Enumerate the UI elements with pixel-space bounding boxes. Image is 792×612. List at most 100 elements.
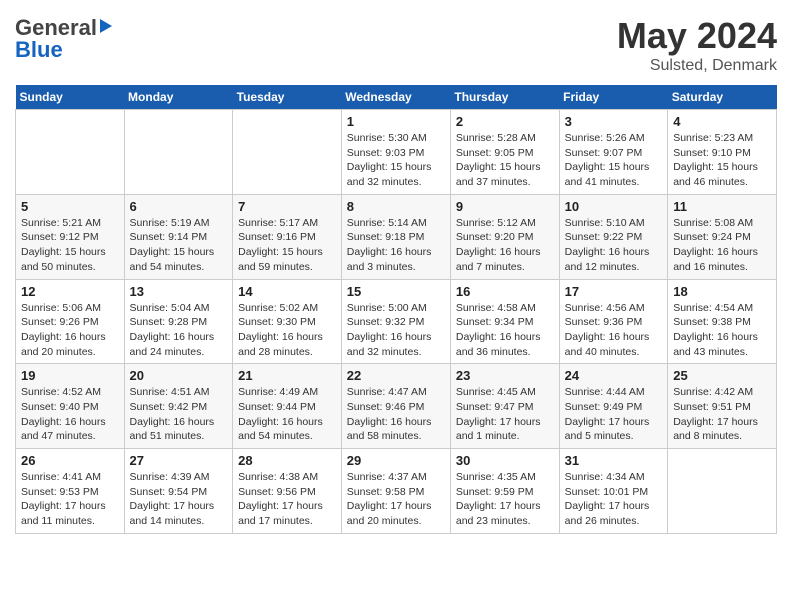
- weekday-header: Wednesday: [341, 85, 450, 110]
- day-number: 17: [565, 284, 663, 299]
- day-number: 18: [673, 284, 771, 299]
- day-info: Sunrise: 4:42 AM Sunset: 9:51 PM Dayligh…: [673, 385, 771, 444]
- day-info: Sunrise: 4:44 AM Sunset: 9:49 PM Dayligh…: [565, 385, 663, 444]
- calendar-cell: 14 Sunrise: 5:02 AM Sunset: 9:30 PM Dayli…: [233, 279, 342, 364]
- calendar-title: May 2024: [617, 15, 777, 57]
- day-number: 26: [21, 453, 119, 468]
- day-info: Sunrise: 5:08 AM Sunset: 9:24 PM Dayligh…: [673, 216, 771, 275]
- logo: General Blue: [15, 15, 112, 63]
- day-number: 1: [347, 114, 445, 129]
- day-info: Sunrise: 4:39 AM Sunset: 9:54 PM Dayligh…: [130, 470, 228, 529]
- day-info: Sunrise: 4:49 AM Sunset: 9:44 PM Dayligh…: [238, 385, 336, 444]
- day-number: 29: [347, 453, 445, 468]
- calendar-cell: [124, 110, 233, 195]
- day-info: Sunrise: 5:12 AM Sunset: 9:20 PM Dayligh…: [456, 216, 554, 275]
- day-number: 21: [238, 368, 336, 383]
- calendar-cell: 9 Sunrise: 5:12 AM Sunset: 9:20 PM Daylig…: [450, 194, 559, 279]
- calendar-cell: 23 Sunrise: 4:45 AM Sunset: 9:47 PM Dayli…: [450, 364, 559, 449]
- calendar-cell: 20Sunrise: 4:51 AM Sunset: 9:42 PM Dayli…: [124, 364, 233, 449]
- calendar-cell: [16, 110, 125, 195]
- day-info: Sunrise: 5:17 AM Sunset: 9:16 PM Dayligh…: [238, 216, 336, 275]
- calendar-location: Sulsted, Denmark: [617, 57, 777, 75]
- calendar-cell: 31Sunrise: 4:34 AM Sunset: 10:01 PM Dayl…: [559, 449, 668, 534]
- calendar-cell: [233, 110, 342, 195]
- calendar-cell: 22 Sunrise: 4:47 AM Sunset: 9:46 PM Dayli…: [341, 364, 450, 449]
- calendar-week-row: 26 Sunrise: 4:41 AM Sunset: 9:53 PM Dayli…: [16, 449, 777, 534]
- calendar-cell: 24Sunrise: 4:44 AM Sunset: 9:49 PM Dayli…: [559, 364, 668, 449]
- calendar-week-row: 19 Sunrise: 4:52 AM Sunset: 9:40 PM Dayli…: [16, 364, 777, 449]
- day-info: Sunrise: 4:58 AM Sunset: 9:34 PM Dayligh…: [456, 301, 554, 360]
- day-number: 19: [21, 368, 119, 383]
- day-number: 20: [130, 368, 228, 383]
- day-info: Sunrise: 5:30 AM Sunset: 9:03 PM Dayligh…: [347, 131, 445, 190]
- day-info: Sunrise: 4:37 AM Sunset: 9:58 PM Dayligh…: [347, 470, 445, 529]
- day-number: 12: [21, 284, 119, 299]
- calendar-table: SundayMondayTuesdayWednesdayThursdayFrid…: [15, 85, 777, 534]
- day-info: Sunrise: 5:02 AM Sunset: 9:30 PM Dayligh…: [238, 301, 336, 360]
- calendar-cell: 2Sunrise: 5:28 AM Sunset: 9:05 PM Daylig…: [450, 110, 559, 195]
- calendar-cell: 28Sunrise: 4:38 AM Sunset: 9:56 PM Dayli…: [233, 449, 342, 534]
- day-number: 27: [130, 453, 228, 468]
- day-info: Sunrise: 4:56 AM Sunset: 9:36 PM Dayligh…: [565, 301, 663, 360]
- day-info: Sunrise: 5:23 AM Sunset: 9:10 PM Dayligh…: [673, 131, 771, 190]
- calendar-cell: 29 Sunrise: 4:37 AM Sunset: 9:58 PM Dayli…: [341, 449, 450, 534]
- weekday-header: Sunday: [16, 85, 125, 110]
- day-number: 2: [456, 114, 554, 129]
- calendar-cell: 5 Sunrise: 5:21 AM Sunset: 9:12 PM Daylig…: [16, 194, 125, 279]
- day-number: 13: [130, 284, 228, 299]
- calendar-cell: 15Sunrise: 5:00 AM Sunset: 9:32 PM Dayli…: [341, 279, 450, 364]
- weekday-header-row: SundayMondayTuesdayWednesdayThursdayFrid…: [16, 85, 777, 110]
- calendar-cell: 12Sunrise: 5:06 AM Sunset: 9:26 PM Dayli…: [16, 279, 125, 364]
- calendar-cell: 11Sunrise: 5:08 AM Sunset: 9:24 PM Dayli…: [668, 194, 777, 279]
- calendar-cell: 7 Sunrise: 5:17 AM Sunset: 9:16 PM Daylig…: [233, 194, 342, 279]
- day-number: 31: [565, 453, 663, 468]
- day-number: 9: [456, 199, 554, 214]
- day-number: 14: [238, 284, 336, 299]
- day-info: Sunrise: 4:47 AM Sunset: 9:46 PM Dayligh…: [347, 385, 445, 444]
- day-info: Sunrise: 4:45 AM Sunset: 9:47 PM Dayligh…: [456, 385, 554, 444]
- day-number: 23: [456, 368, 554, 383]
- day-info: Sunrise: 5:00 AM Sunset: 9:32 PM Dayligh…: [347, 301, 445, 360]
- day-info: Sunrise: 5:04 AM Sunset: 9:28 PM Dayligh…: [130, 301, 228, 360]
- weekday-header: Thursday: [450, 85, 559, 110]
- day-number: 5: [21, 199, 119, 214]
- day-info: Sunrise: 4:41 AM Sunset: 9:53 PM Dayligh…: [21, 470, 119, 529]
- day-number: 8: [347, 199, 445, 214]
- weekday-header: Monday: [124, 85, 233, 110]
- calendar-cell: 17 Sunrise: 4:56 AM Sunset: 9:36 PM Dayli…: [559, 279, 668, 364]
- calendar-cell: 21 Sunrise: 4:49 AM Sunset: 9:44 PM Dayli…: [233, 364, 342, 449]
- weekday-header: Saturday: [668, 85, 777, 110]
- day-info: Sunrise: 4:54 AM Sunset: 9:38 PM Dayligh…: [673, 301, 771, 360]
- day-number: 22: [347, 368, 445, 383]
- day-number: 3: [565, 114, 663, 129]
- day-number: 6: [130, 199, 228, 214]
- calendar-cell: 26 Sunrise: 4:41 AM Sunset: 9:53 PM Dayli…: [16, 449, 125, 534]
- calendar-cell: 19 Sunrise: 4:52 AM Sunset: 9:40 PM Dayli…: [16, 364, 125, 449]
- day-number: 7: [238, 199, 336, 214]
- weekday-header: Tuesday: [233, 85, 342, 110]
- day-info: Sunrise: 5:21 AM Sunset: 9:12 PM Dayligh…: [21, 216, 119, 275]
- day-info: Sunrise: 5:14 AM Sunset: 9:18 PM Dayligh…: [347, 216, 445, 275]
- calendar-cell: 27 Sunrise: 4:39 AM Sunset: 9:54 PM Dayli…: [124, 449, 233, 534]
- calendar-week-row: 12Sunrise: 5:06 AM Sunset: 9:26 PM Dayli…: [16, 279, 777, 364]
- logo-blue: Blue: [15, 37, 63, 62]
- day-number: 30: [456, 453, 554, 468]
- logo-icon: [100, 19, 112, 33]
- day-info: Sunrise: 4:38 AM Sunset: 9:56 PM Dayligh…: [238, 470, 336, 529]
- calendar-cell: 8 Sunrise: 5:14 AM Sunset: 9:18 PM Daylig…: [341, 194, 450, 279]
- day-info: Sunrise: 5:26 AM Sunset: 9:07 PM Dayligh…: [565, 131, 663, 190]
- day-info: Sunrise: 5:10 AM Sunset: 9:22 PM Dayligh…: [565, 216, 663, 275]
- calendar-cell: 1 Sunrise: 5:30 AM Sunset: 9:03 PM Daylig…: [341, 110, 450, 195]
- day-number: 16: [456, 284, 554, 299]
- calendar-cell: 13 Sunrise: 5:04 AM Sunset: 9:28 PM Dayli…: [124, 279, 233, 364]
- calendar-cell: 16 Sunrise: 4:58 AM Sunset: 9:34 PM Dayli…: [450, 279, 559, 364]
- calendar-cell: 30Sunrise: 4:35 AM Sunset: 9:59 PM Dayli…: [450, 449, 559, 534]
- day-number: 4: [673, 114, 771, 129]
- day-info: Sunrise: 4:52 AM Sunset: 9:40 PM Dayligh…: [21, 385, 119, 444]
- calendar-cell: 25Sunrise: 4:42 AM Sunset: 9:51 PM Dayli…: [668, 364, 777, 449]
- calendar-week-row: 1 Sunrise: 5:30 AM Sunset: 9:03 PM Daylig…: [16, 110, 777, 195]
- title-block: May 2024 Sulsted, Denmark: [617, 15, 777, 75]
- weekday-header: Friday: [559, 85, 668, 110]
- calendar-cell: 18 Sunrise: 4:54 AM Sunset: 9:38 PM Dayli…: [668, 279, 777, 364]
- page-header: General Blue May 2024 Sulsted, Denmark: [15, 15, 777, 75]
